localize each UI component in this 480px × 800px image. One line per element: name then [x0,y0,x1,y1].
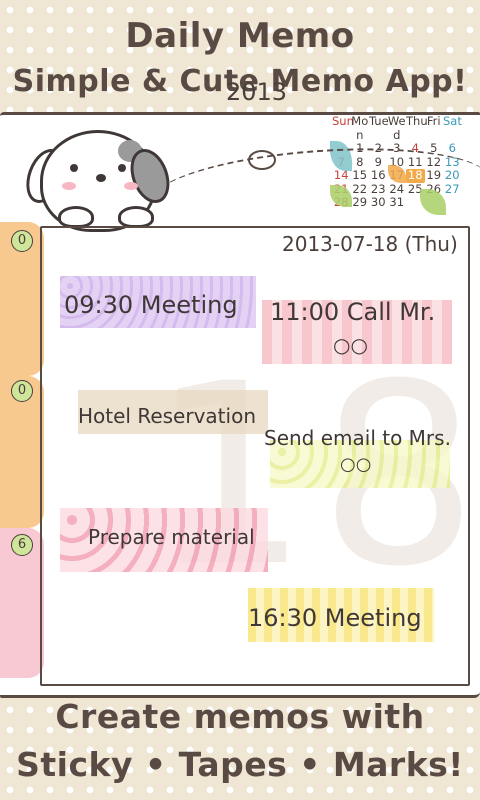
memo-item[interactable]: 16:30 Meeting [248,604,422,632]
promo-line-1: Create memos with [55,697,425,736]
weekday-mon: Mo [351,114,369,128]
tab-count-badge: 0 [11,380,33,402]
promo-line-2: Sticky • Tapes • Marks! [16,745,464,784]
weekday-wrap: n [356,127,364,142]
weekday-wed: We [387,114,406,128]
memo-item-marks[interactable]: ○○ [340,454,371,475]
memo-item-marks[interactable]: ○○ [333,333,368,357]
memo-item[interactable]: 09:30 Meeting [64,291,238,319]
weekday-wrap [443,129,462,143]
dog-paw [58,206,94,228]
dog-eye [118,164,126,172]
year-label: 2013 [226,78,288,106]
dog-paw [118,206,154,228]
sticky-tab-3[interactable]: 6 [0,528,44,678]
memo-item[interactable]: Hotel Reservation [78,404,256,428]
memo-item[interactable]: 11:00 Call Mr. [270,298,435,326]
memo-item[interactable]: Send email to Mrs. [264,426,451,450]
weekday-wrap [369,129,388,143]
weekday-fri: Fri [426,114,441,128]
weekday-sat: Sat [443,114,462,128]
dog-cheek [62,182,76,190]
weekday-sun: Sun [332,114,354,128]
weekday-tue: Tue [369,114,389,128]
sticky-tab-2[interactable]: 0 [0,376,44,528]
memo-date[interactable]: 2013-07-18 (Thu) [282,232,458,256]
dog-nose [96,174,106,182]
tab-count-badge: 6 [11,534,33,556]
dog-eye [70,164,78,172]
tab-count-badge: 0 [11,230,33,252]
weekday-wrap: d [393,127,401,142]
ring-decoration [248,150,276,170]
sticky-tab-1[interactable]: 0 [0,222,44,376]
weekday-wrap [406,129,425,143]
app-title: Daily Memo [125,16,355,56]
calendar-weekday-row: Sun Mo Tue We Thu Fri Sat [332,115,480,129]
dog-cheek [124,182,138,190]
weekday-wrap [425,129,444,143]
calendar-day[interactable]: 6 [443,141,462,156]
weekday-thu: Thu [406,114,428,128]
weekday-wrap [332,129,351,143]
calendar-weekday-row-2: n d [332,127,480,143]
memo-item[interactable]: Prepare material [88,525,255,549]
